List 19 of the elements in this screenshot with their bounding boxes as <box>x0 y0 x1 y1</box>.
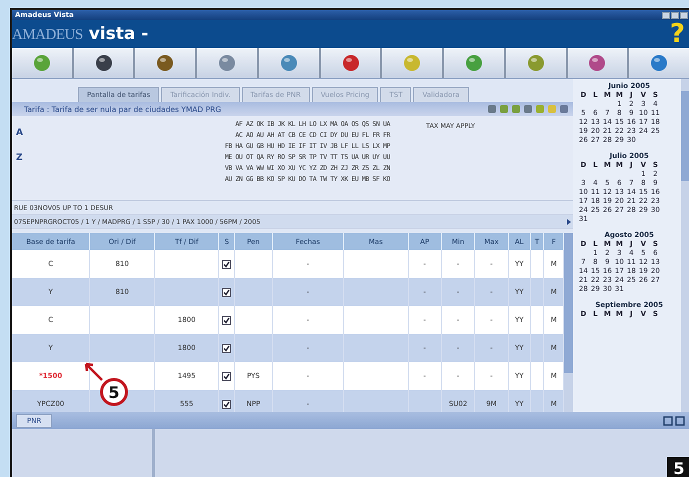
checkbox[interactable] <box>222 400 232 408</box>
close-button[interactable] <box>680 12 688 18</box>
checkbox[interactable] <box>222 288 232 296</box>
brand-logo: AMADEUS <box>12 27 83 43</box>
minimize-button[interactable] <box>662 12 670 18</box>
checkbox[interactable] <box>222 372 232 380</box>
section-mark: A <box>16 128 24 138</box>
arrow-icon[interactable] <box>565 218 574 226</box>
section-mark: Z <box>16 152 24 162</box>
callout-arrow <box>82 360 104 382</box>
help-button[interactable]: ? <box>670 21 685 47</box>
scrollbar[interactable] <box>564 233 574 412</box>
scrollbar[interactable] <box>681 79 689 412</box>
checkbox[interactable] <box>222 316 232 324</box>
product-name[interactable]: vista - <box>88 24 148 44</box>
maximize-button[interactable] <box>671 12 679 18</box>
figure-number: 5 <box>667 457 689 477</box>
checkbox[interactable] <box>222 344 232 352</box>
checkbox[interactable] <box>222 260 232 268</box>
